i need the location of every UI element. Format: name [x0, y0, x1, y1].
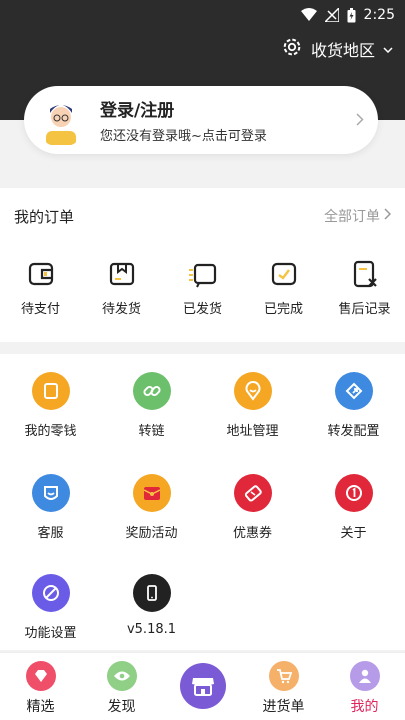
all-orders-link[interactable]: 全部订单 [324, 206, 392, 226]
tab-mine[interactable]: 我的 [324, 653, 405, 720]
chevron-down-icon [383, 41, 393, 57]
tool-settings[interactable]: 功能设置 [0, 574, 101, 641]
tool-address[interactable]: 地址管理 [202, 372, 303, 439]
tool-label: 转发配置 [327, 424, 380, 439]
tool-customer-service[interactable]: 客服 [0, 474, 101, 541]
battery-icon [347, 7, 356, 23]
tool-rewards[interactable]: 奖励活动 [101, 474, 202, 541]
service-icon [31, 474, 70, 512]
bottom-tab-bar: 精选 发现 进货单 我的 [0, 652, 405, 720]
orders-title: 我的订单 [14, 207, 75, 226]
tool-label: 优惠券 [232, 526, 272, 541]
user-icon [349, 661, 380, 691]
order-completed[interactable]: 已完成 [243, 244, 324, 317]
share-icon [334, 372, 373, 410]
tool-label: 奖励活动 [125, 526, 178, 541]
order-label: 待支付 [20, 302, 60, 317]
tab-store[interactable] [162, 653, 243, 720]
chevron-right-icon [384, 208, 392, 224]
wifi-icon [300, 8, 317, 22]
package-icon [109, 262, 134, 286]
avatar [34, 93, 88, 147]
check-box-icon [271, 262, 296, 286]
tool-convert-link[interactable]: 转链 [101, 372, 202, 439]
status-time: 2:25 [363, 7, 395, 23]
tab-discover[interactable]: 发现 [81, 653, 162, 720]
tool-about[interactable]: 关于 [303, 474, 404, 541]
return-doc-icon [353, 260, 377, 288]
eye-icon [106, 661, 137, 691]
login-title: 登录/注册 [100, 101, 175, 121]
location-label: 收货地区 [310, 41, 375, 60]
order-label: 售后记录 [338, 302, 391, 317]
diamond-icon [25, 661, 56, 691]
tool-label: 功能设置 [24, 626, 77, 641]
order-shipped[interactable]: 已发货 [162, 244, 243, 317]
location-selector[interactable]: 收货地区 [281, 36, 393, 62]
tab-label: 精选 [26, 699, 55, 715]
tool-version[interactable]: v5.18.1 [101, 574, 202, 637]
tab-label: 发现 [107, 699, 136, 715]
cart-icon [268, 661, 299, 691]
tools-section: 我的零钱 转链 地址管理 转发配置 客服 奖励活动 优惠券 关于 功能设置 v5… [0, 354, 405, 650]
status-bar: 2:25 [0, 0, 405, 30]
phone-icon [132, 574, 171, 612]
tab-label: 我的 [350, 699, 379, 715]
tool-my-change[interactable]: 我的零钱 [0, 372, 101, 439]
tool-forward-config[interactable]: 转发配置 [303, 372, 404, 439]
login-subtitle: 您还没有登录哦~点击可登录 [100, 129, 267, 144]
settings-icon [31, 574, 70, 612]
gear-icon [281, 36, 303, 62]
ticket-icon [233, 474, 272, 512]
wallet-icon [28, 262, 53, 286]
order-pending-payment[interactable]: 待支付 [0, 244, 81, 317]
all-orders-label: 全部订单 [324, 209, 380, 225]
red-envelope-icon [132, 474, 171, 512]
location-pin-icon [233, 372, 272, 410]
tool-label: 客服 [37, 526, 64, 541]
tool-coupons[interactable]: 优惠券 [202, 474, 303, 541]
tool-label: 我的零钱 [24, 424, 77, 439]
link-icon [132, 372, 171, 410]
truck-icon [188, 263, 216, 288]
orders-section: 我的订单 全部订单 待支付 待发货 已发货 已完成 售后记录 [0, 188, 405, 342]
order-after-sales[interactable]: 售后记录 [324, 244, 405, 317]
tool-label: 关于 [340, 526, 367, 541]
tab-featured[interactable]: 精选 [0, 653, 81, 720]
wallet-icon [31, 372, 70, 410]
info-icon [334, 474, 373, 512]
tab-label: 进货单 [262, 699, 305, 715]
signal-icon [324, 8, 339, 22]
order-label: 已发货 [182, 302, 222, 317]
tab-purchase-list[interactable]: 进货单 [243, 653, 324, 720]
order-label: 待发货 [101, 302, 141, 317]
chevron-right-icon [356, 110, 364, 131]
tool-label: 转链 [138, 424, 165, 439]
store-icon [179, 663, 226, 709]
tool-label: 地址管理 [226, 424, 279, 439]
order-pending-shipment[interactable]: 待发货 [81, 244, 162, 317]
login-card[interactable]: 登录/注册 您还没有登录哦~点击可登录 [24, 86, 378, 154]
order-label: 已完成 [263, 302, 303, 317]
tool-label: v5.18.1 [126, 622, 177, 637]
